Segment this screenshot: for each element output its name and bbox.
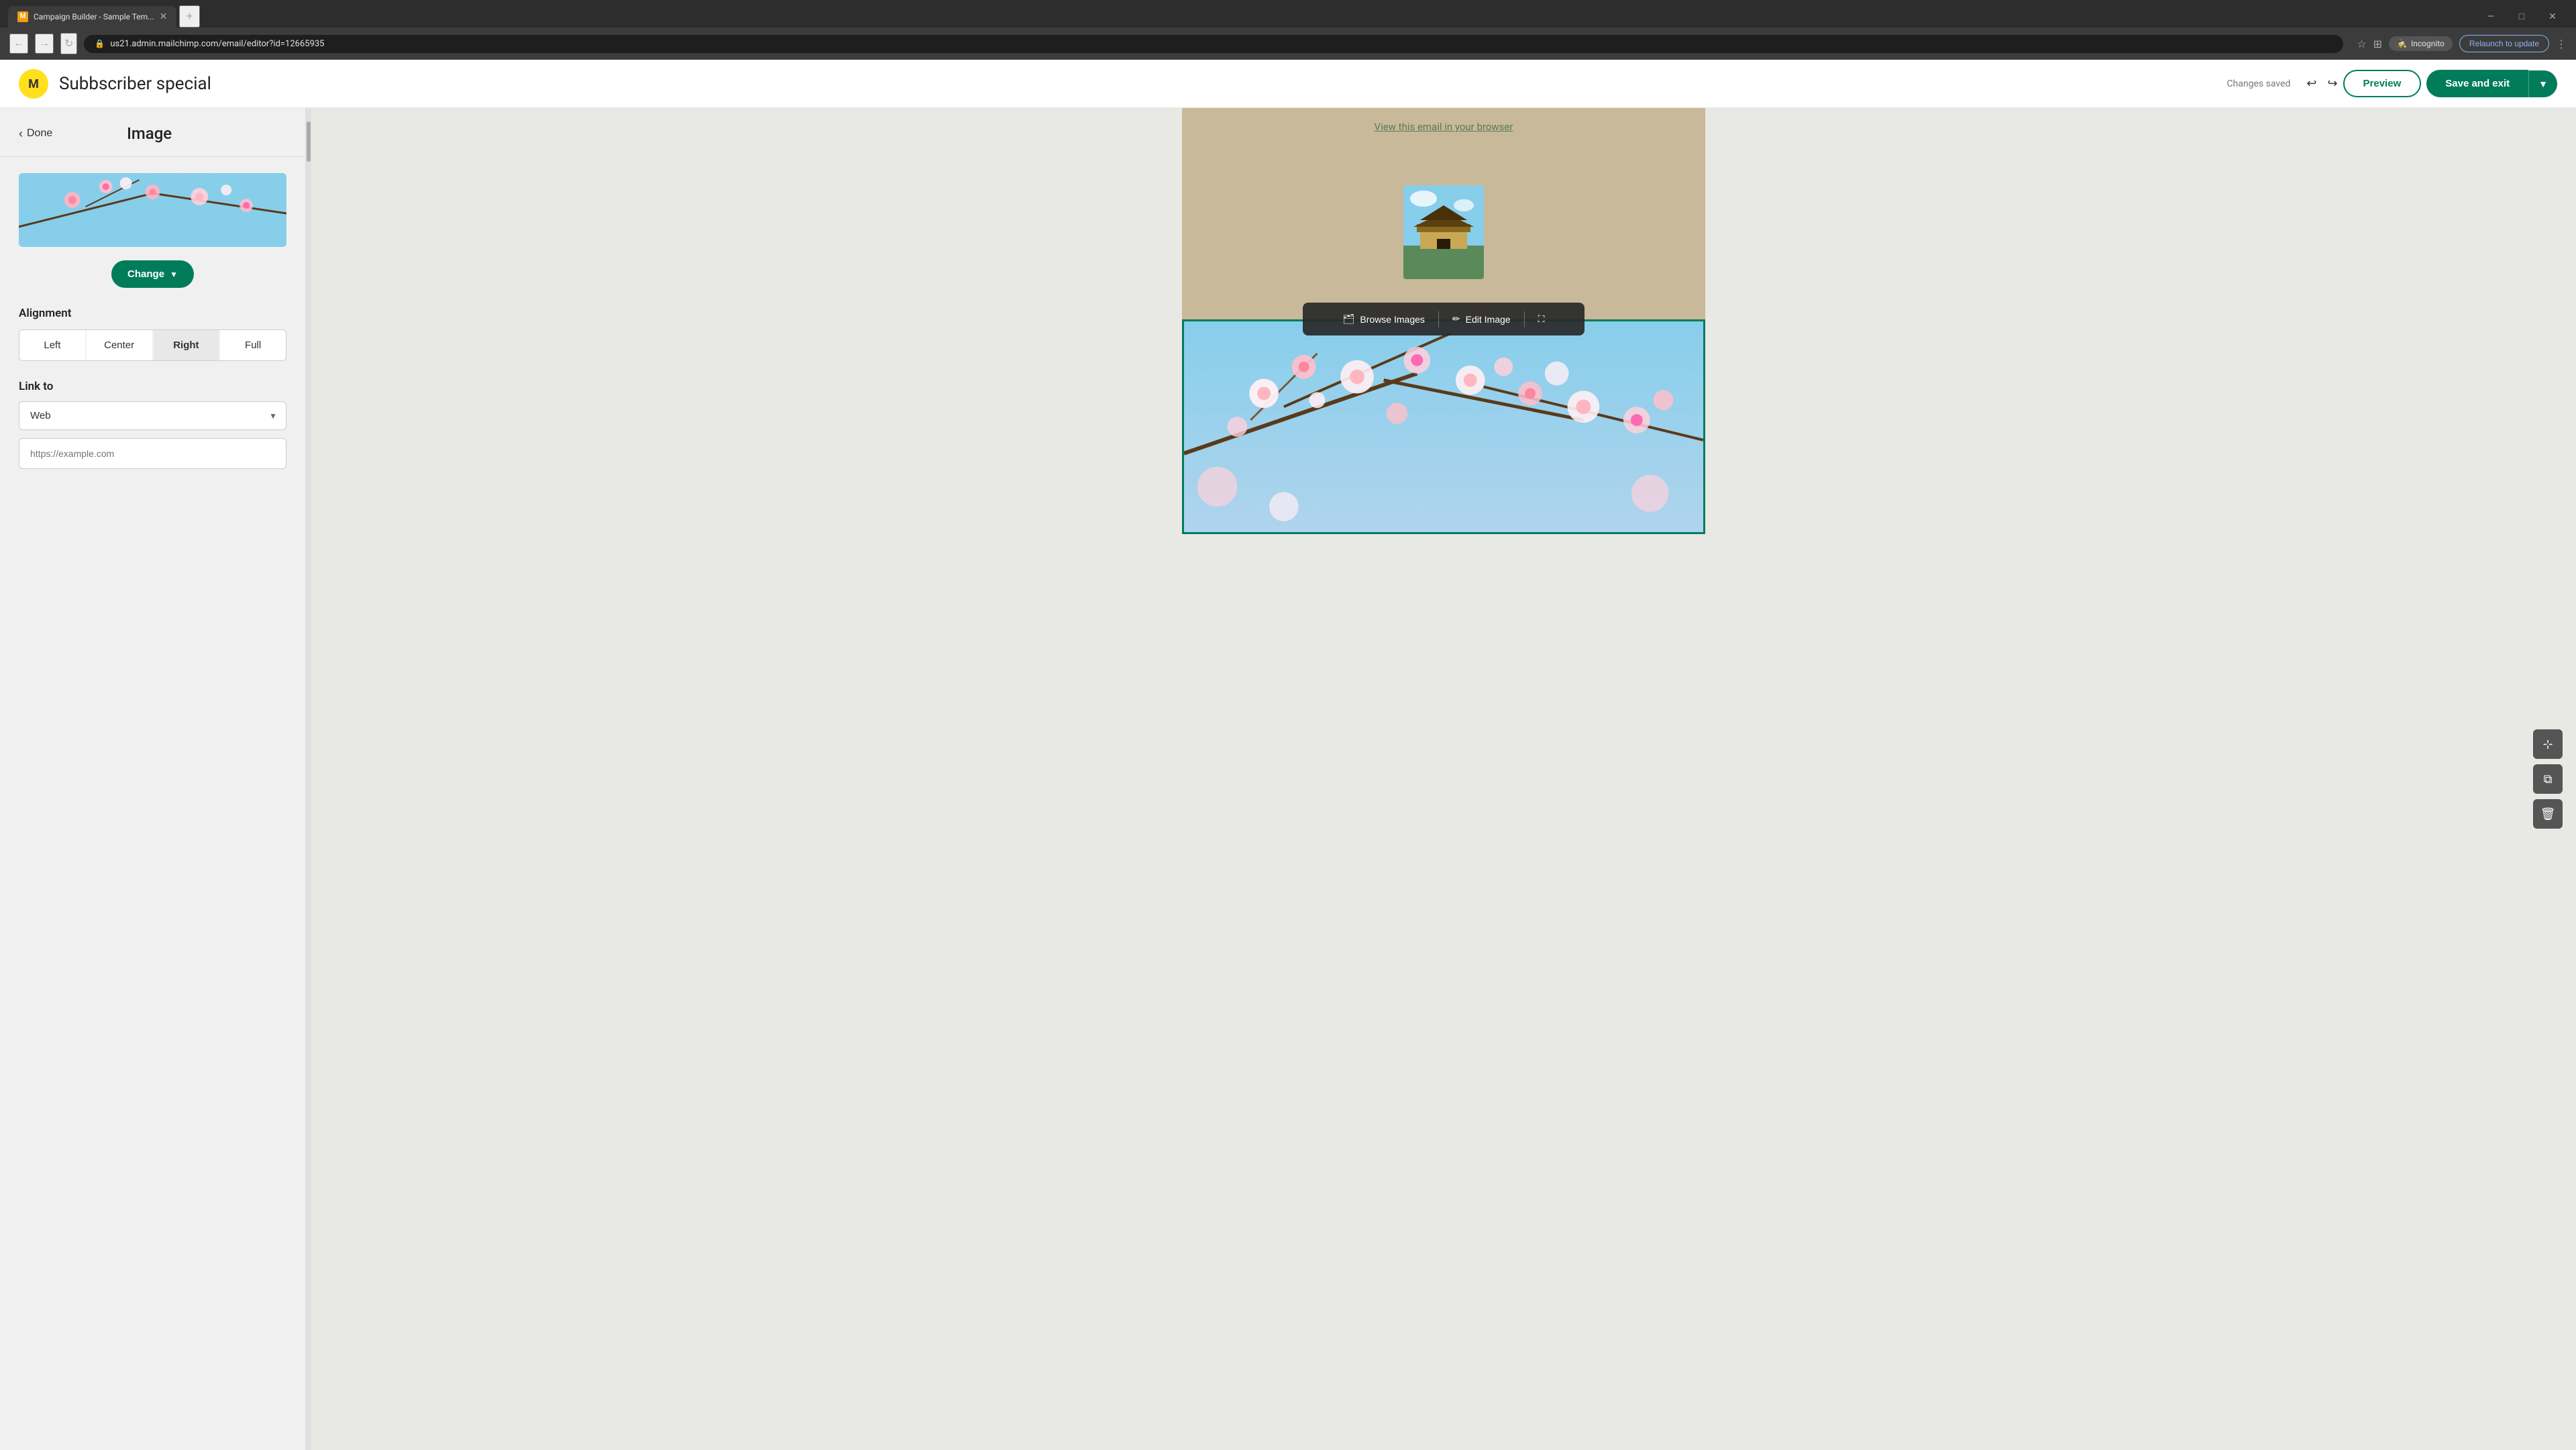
view-in-browser-link[interactable]: View this email in your browser <box>1375 121 1513 133</box>
top-nav: M Subbscriber special Changes saved ↩ ↪ … <box>0 60 2576 108</box>
browse-images-label: Browse Images <box>1360 314 1424 325</box>
address-bar: ← → ↻ 🔒 us21.admin.mailchimp.com/email/e… <box>0 28 2576 60</box>
preview-image <box>19 173 286 247</box>
crop-image-button[interactable]: ⛶ <box>1527 308 1556 330</box>
done-label: Done <box>27 127 52 140</box>
alignment-label: Alignment <box>19 307 286 320</box>
save-exit-group: Save and exit ▼ <box>2426 70 2557 97</box>
svg-text:M: M <box>28 77 39 91</box>
app: M Subbscriber special Changes saved ↩ ↪ … <box>0 60 2576 1450</box>
crop-icon: ⛶ <box>1538 313 1545 325</box>
change-label: Change <box>127 268 164 280</box>
url-bar[interactable]: 🔒 us21.admin.mailchimp.com/email/editor?… <box>84 35 2343 53</box>
url-text: us21.admin.mailchimp.com/email/editor?id… <box>110 39 324 49</box>
align-full-button[interactable]: Full <box>220 330 286 360</box>
bookmark-icon[interactable]: ☆ <box>2357 38 2366 50</box>
incognito-badge: 🕵 Incognito <box>2389 36 2453 51</box>
back-button[interactable]: ← <box>9 34 28 54</box>
browse-images-icon: 🗂 <box>1343 313 1355 325</box>
new-tab-button[interactable]: + <box>179 5 200 28</box>
relaunch-button[interactable]: Relaunch to update <box>2459 35 2549 52</box>
canvas-scroll[interactable]: View this email in your browser <box>311 108 2576 1450</box>
link-to-section: Link to Web Email Phone File <box>19 380 286 469</box>
tab-title: Campaign Builder - Sample Tem... <box>34 12 154 21</box>
minimize-button[interactable]: — <box>2475 6 2506 28</box>
duplicate-icon: ⧉ <box>2544 772 2553 786</box>
edit-image-label: Edit Image <box>1466 314 1511 325</box>
toolbar-divider-2 <box>1524 311 1525 327</box>
tab-bar: M Campaign Builder - Sample Tem... ✕ + —… <box>0 0 2576 28</box>
align-center-button[interactable]: Center <box>87 330 152 360</box>
sidebar-header: ‹ Done Image <box>0 108 305 157</box>
mailchimp-logo: M <box>19 69 48 99</box>
incognito-label: Incognito <box>2411 39 2445 48</box>
window-controls: — □ ✕ <box>2475 6 2568 28</box>
sidebar-panel-content: Change ▼ Alignment Left Center Right Ful… <box>0 157 305 499</box>
lock-icon: 🔒 <box>95 39 105 48</box>
canvas-area: View this email in your browser <box>311 108 2576 1450</box>
alignment-section: Alignment Left Center Right Full <box>19 307 286 361</box>
email-canvas: View this email in your browser <box>1182 108 1705 1450</box>
toolbar-divider <box>1438 311 1439 327</box>
relaunch-label: Relaunch to update <box>2469 39 2539 48</box>
changes-saved-status: Changes saved <box>2226 79 2290 89</box>
cherry-blossom-section[interactable] <box>1182 319 1705 534</box>
link-type-select[interactable]: Web Email Phone File <box>19 401 286 430</box>
duplicate-tool-button[interactable]: ⧉ <box>2533 764 2563 794</box>
forward-button[interactable]: → <box>35 34 54 54</box>
tab-close-button[interactable]: ✕ <box>160 11 168 22</box>
link-to-label: Link to <box>19 380 286 393</box>
align-left-button[interactable]: Left <box>19 330 85 360</box>
link-type-select-wrapper: Web Email Phone File <box>19 401 286 430</box>
side-tools: ⊹ ⧉ 🗑 <box>2533 729 2563 829</box>
temple-image <box>1403 185 1484 279</box>
undo-button[interactable]: ↩ <box>2301 71 2322 96</box>
close-window-button[interactable]: ✕ <box>2537 6 2568 28</box>
move-icon: ⊹ <box>2542 737 2553 752</box>
extension-icon[interactable]: ⊞ <box>2373 38 2382 50</box>
main-content: ‹ Done Image <box>0 108 2576 1450</box>
done-button[interactable]: ‹ Done <box>19 127 52 141</box>
move-tool-button[interactable]: ⊹ <box>2533 729 2563 759</box>
sidebar-panel-title: Image <box>127 124 212 143</box>
change-dropdown-icon: ▼ <box>170 270 178 279</box>
active-tab[interactable]: M Campaign Builder - Sample Tem... ✕ <box>8 6 176 28</box>
delete-icon: 🗑 <box>2540 807 2556 821</box>
image-preview <box>19 173 286 247</box>
save-exit-dropdown-button[interactable]: ▼ <box>2528 70 2557 97</box>
tab-favicon: M <box>17 11 28 22</box>
maximize-button[interactable]: □ <box>2506 6 2537 28</box>
redo-button[interactable]: ↪ <box>2322 71 2343 96</box>
change-image-button[interactable]: Change ▼ <box>111 260 194 288</box>
refresh-button[interactable]: ↻ <box>60 33 77 54</box>
browser-chrome: M Campaign Builder - Sample Tem... ✕ + —… <box>0 0 2576 60</box>
edit-image-icon: ✏ <box>1452 313 1460 325</box>
incognito-icon: 🕵 <box>2397 39 2407 48</box>
align-right-button[interactable]: Right <box>154 330 219 360</box>
preview-button[interactable]: Preview <box>2343 70 2422 97</box>
browser-actions: ☆ ⊞ 🕵 Incognito Relaunch to update ⋮ <box>2357 35 2567 52</box>
temple-section <box>1182 145 1705 319</box>
email-header-bar: View this email in your browser <box>1182 108 1705 145</box>
sidebar: ‹ Done Image <box>0 108 306 1450</box>
done-back-arrow: ‹ <box>19 127 23 141</box>
delete-tool-button[interactable]: 🗑 <box>2533 799 2563 829</box>
sidebar-scrollbar[interactable] <box>306 108 311 1450</box>
browse-images-button[interactable]: 🗂 Browse Images <box>1332 308 1436 330</box>
campaign-title: Subbscriber special <box>59 74 211 94</box>
url-input[interactable] <box>19 438 286 469</box>
scrollbar-thumb[interactable] <box>307 121 311 162</box>
save-exit-button[interactable]: Save and exit <box>2426 70 2528 97</box>
edit-image-button[interactable]: ✏ Edit Image <box>1442 308 1521 330</box>
alignment-buttons: Left Center Right Full <box>19 329 286 361</box>
menu-icon[interactable]: ⋮ <box>2556 38 2567 50</box>
context-toolbar: 🗂 Browse Images ✏ Edit Image ⛶ <box>1303 303 1585 335</box>
